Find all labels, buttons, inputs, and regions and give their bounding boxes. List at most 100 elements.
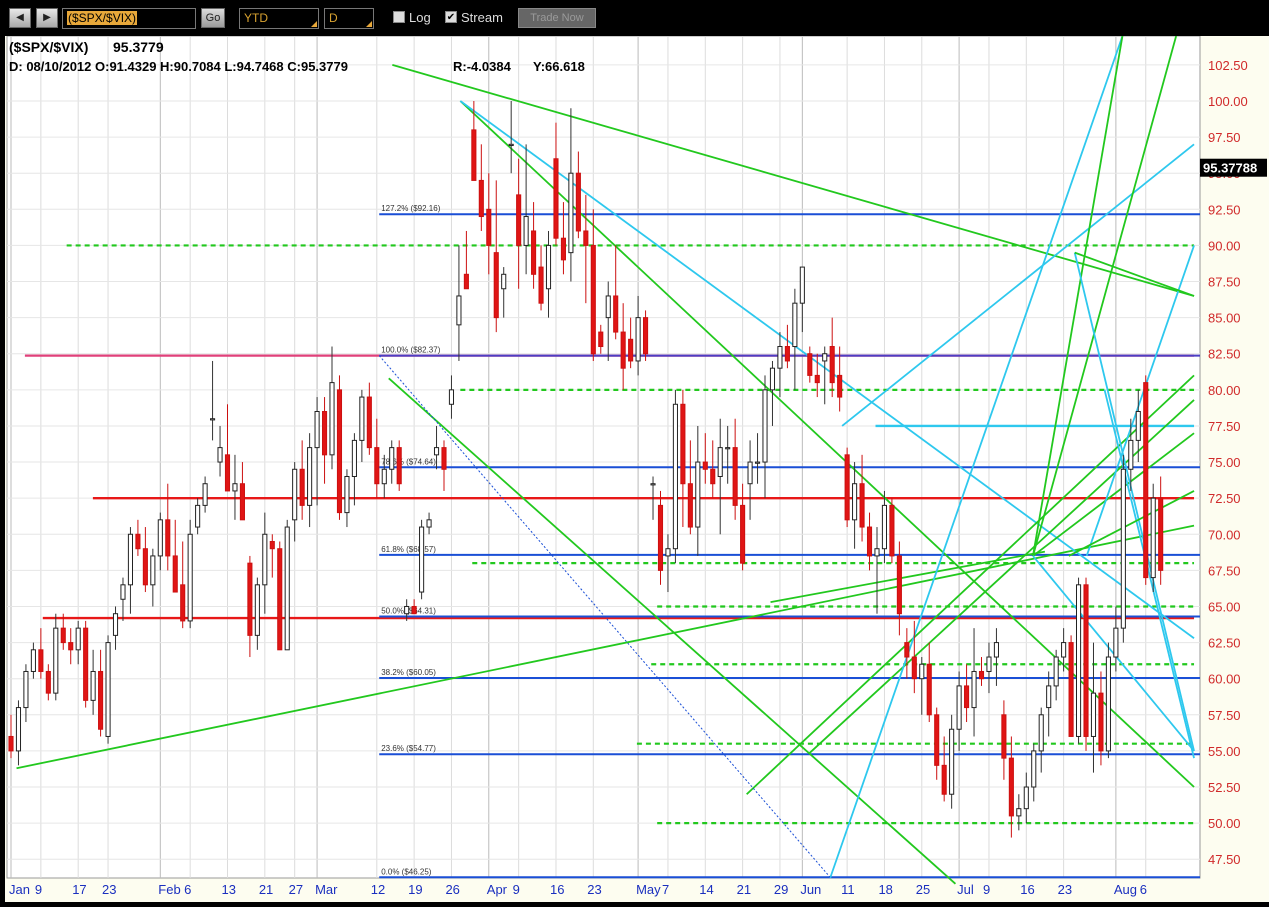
candle-body[interactable] [964,685,970,709]
candle-body[interactable] [866,526,873,557]
candle-body[interactable] [1150,497,1156,579]
candle-body[interactable] [971,670,977,709]
candle-body[interactable] [531,230,537,275]
candle-body[interactable] [254,584,260,636]
candle-body[interactable] [1023,786,1029,810]
candle-body[interactable] [807,353,813,376]
candle-body[interactable] [120,584,126,600]
candle-body[interactable] [135,533,141,550]
candle-body[interactable] [710,468,716,485]
candle-body[interactable] [299,468,305,506]
candle-body[interactable] [1120,468,1126,629]
candle-body[interactable] [366,396,372,449]
candle-body[interactable] [1001,714,1007,759]
candle-body[interactable] [598,331,604,348]
candle-body[interactable] [1135,411,1141,441]
candle-body[interactable] [23,670,29,709]
candle-body[interactable] [478,179,484,218]
candle-body[interactable] [1083,584,1089,737]
candle-body[interactable] [1090,692,1097,737]
candle-body[interactable] [628,338,634,362]
candle-body[interactable] [650,483,656,486]
candle-body[interactable] [210,418,216,421]
candle-body[interactable] [919,663,925,680]
candle-body[interactable] [904,642,910,658]
period-select[interactable]: YTD [239,8,319,29]
candle-body[interactable] [941,764,947,795]
candle-body[interactable] [419,526,425,593]
interval-select[interactable]: D [324,8,374,29]
candle-body[interactable] [575,172,581,232]
candle-body[interactable] [456,295,462,326]
candle-body[interactable] [336,389,343,514]
candle-body[interactable] [359,396,365,441]
candle-body[interactable] [269,540,275,550]
candle-body[interactable] [545,244,552,290]
candle-body[interactable] [75,627,81,651]
candle-body[interactable] [1046,685,1052,709]
go-button[interactable]: Go [201,8,225,28]
candle-body[interactable] [1038,714,1044,752]
candle-body[interactable] [769,367,776,391]
candle-body[interactable] [926,663,932,716]
candle-body[interactable] [568,172,574,254]
candle-body[interactable] [195,504,201,528]
candle-body[interactable] [224,454,231,492]
candle-body[interactable] [60,627,66,644]
candle-body[interactable] [740,504,746,564]
candle-body[interactable] [1098,692,1104,752]
candle-body[interactable] [404,605,410,615]
candle-body[interactable] [157,519,163,557]
symbol-input[interactable]: ($SPX/$VIX) [62,8,196,29]
candle-body[interactable] [180,584,186,622]
candle-body[interactable] [747,461,753,485]
candle-body[interactable] [717,447,723,477]
candle-body[interactable] [643,317,649,355]
candle-body[interactable] [881,504,888,550]
candle-body[interactable] [344,475,350,514]
candle-body[interactable] [1143,382,1149,579]
candle-body[interactable] [986,656,992,672]
candle-body[interactable] [433,447,440,456]
candle-body[interactable] [687,483,693,528]
candle-body[interactable] [90,670,96,701]
candle-body[interactable] [493,252,499,319]
candle-body[interactable] [784,346,790,362]
candle-body[interactable] [516,194,522,246]
candle-body[interactable] [1031,750,1037,788]
stream-checkbox[interactable]: ✔ [445,11,457,23]
candle-body[interactable] [142,548,148,586]
candle-body[interactable] [1053,656,1059,687]
candle-body[interactable] [471,129,477,181]
candle-body[interactable] [389,447,395,470]
candle-body[interactable] [620,331,626,369]
candle-body[interactable] [1016,808,1022,817]
candle-body[interactable] [896,555,902,615]
candle-body[interactable] [463,273,469,290]
candle-body[interactable] [508,143,514,147]
candle-body[interactable] [613,295,619,333]
candle-body[interactable] [583,230,589,246]
candle-body[interactable] [53,627,59,694]
candle-body[interactable] [859,483,865,528]
candle-body[interactable] [172,555,178,593]
candle-body[interactable] [889,504,895,557]
candle-body[interactable] [792,302,798,348]
candle-body[interactable] [105,642,111,737]
candle-body[interactable] [1008,757,1014,817]
candle-body[interactable] [1113,627,1119,658]
candle-body[interactable] [949,728,955,795]
candle-body[interactable] [799,266,805,304]
candle-body[interactable] [232,483,238,492]
candle-body[interactable] [202,483,208,506]
candle-body[interactable] [754,461,761,464]
candle-body[interactable] [501,273,507,290]
candle-body[interactable] [605,295,611,319]
trade-now-button[interactable]: Trade Now [518,8,596,28]
plot-area[interactable] [6,35,1201,879]
candle-body[interactable] [993,642,999,658]
candle-body[interactable] [657,504,664,571]
candle-body[interactable] [1076,584,1082,737]
candle-body[interactable] [538,266,544,304]
price-chart[interactable]: 102.50100.0097.5095.0092.5090.0087.5085.… [5,35,1269,902]
